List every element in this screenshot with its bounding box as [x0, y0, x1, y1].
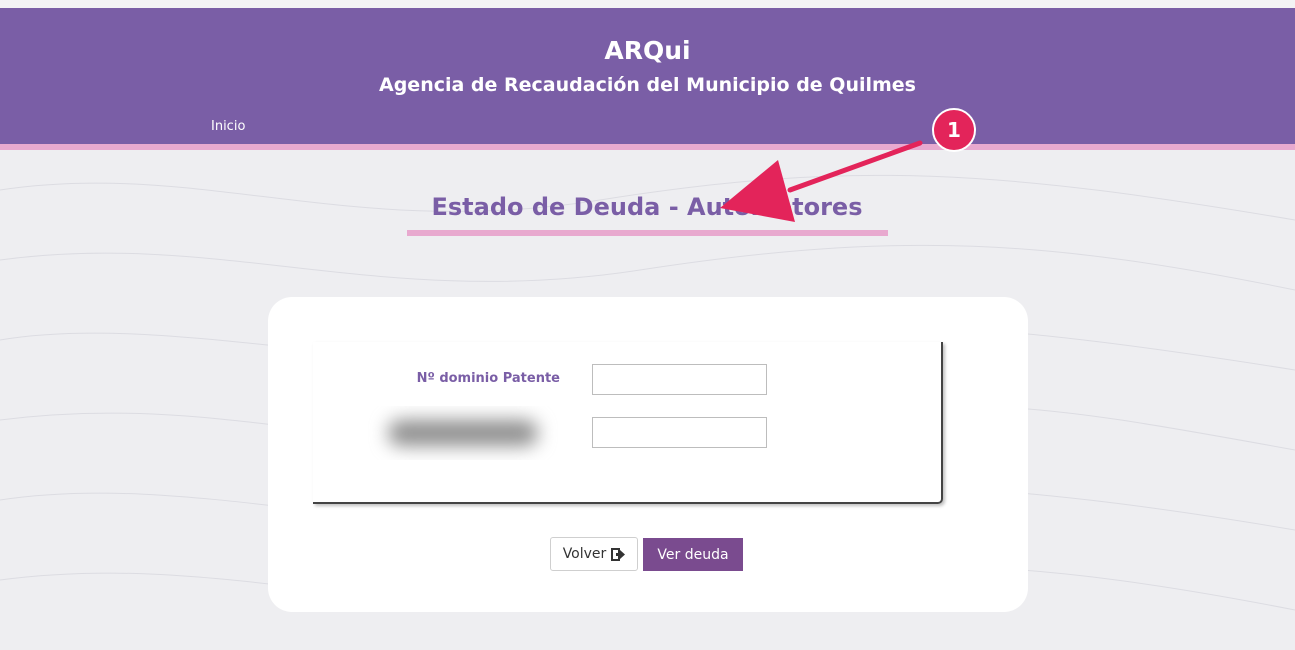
volver-label: Volver [562, 546, 607, 562]
patente-input[interactable] [592, 364, 767, 395]
app-title: ARQui [604, 36, 691, 65]
top-strip [0, 0, 1295, 8]
nav-inicio-link[interactable]: Inicio [211, 119, 245, 134]
site-header: ARQui Agencia de Recaudación del Municip… [0, 8, 1295, 144]
patente-label: Nº dominio Patente [416, 371, 560, 386]
app-subtitle: Agencia de Recaudación del Municipio de … [379, 74, 916, 96]
title-underline [407, 230, 888, 236]
blurred-label [360, 406, 570, 460]
sign-out-icon [611, 547, 626, 561]
volver-button[interactable]: Volver [550, 537, 638, 571]
second-input[interactable] [592, 417, 767, 448]
page-title: Estado de Deuda - Automotores [431, 193, 863, 221]
annotation-badge: 1 [932, 108, 976, 152]
blurred-label-mask [388, 420, 538, 446]
ver-deuda-button[interactable]: Ver deuda [643, 538, 743, 571]
page: ARQui Agencia de Recaudación del Municip… [0, 0, 1295, 650]
